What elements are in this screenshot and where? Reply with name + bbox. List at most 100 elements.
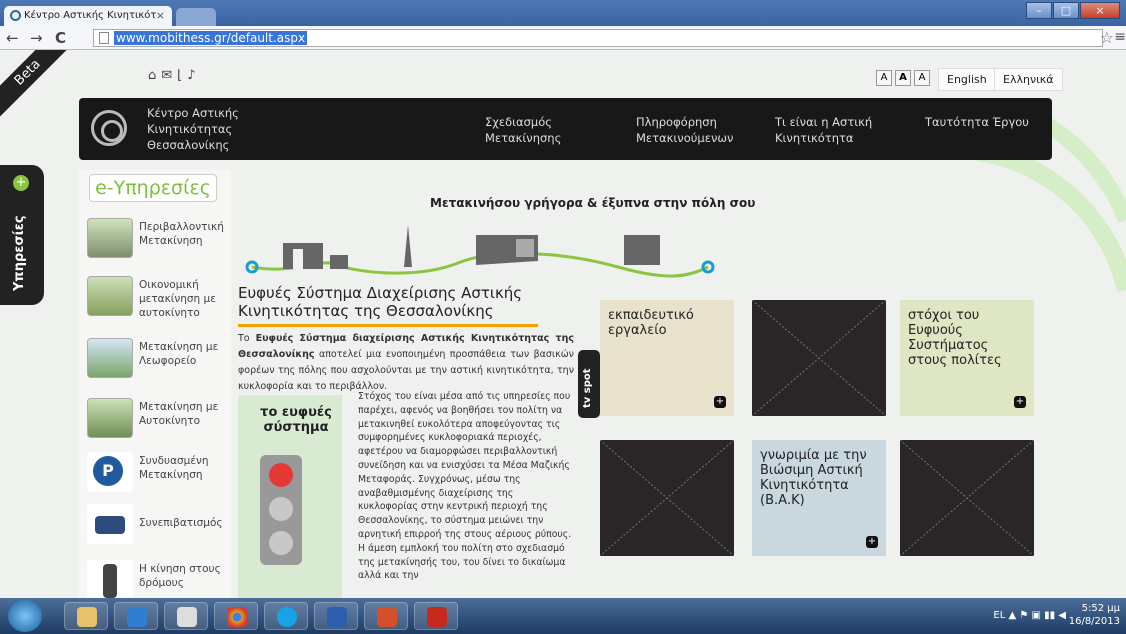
site-favicon-icon xyxy=(10,10,21,21)
tile-title: εκπαιδευτικό εργαλείο xyxy=(608,308,694,338)
smart-system-box[interactable]: το ευφυές σύστημα xyxy=(238,395,342,598)
brand-line: Κινητικότητας xyxy=(147,122,233,136)
service-bus[interactable]: Μετακίνηση με Λεωφορείο xyxy=(87,332,227,384)
media-taskbar-button[interactable] xyxy=(114,602,158,630)
traffic-light-icon xyxy=(87,560,133,598)
explorer-taskbar-button[interactable] xyxy=(64,602,108,630)
park-ride-icon xyxy=(87,452,133,492)
carpool-icon xyxy=(87,504,133,544)
hp-taskbar-button[interactable] xyxy=(164,602,208,630)
menu-planning[interactable]: Σχεδιασμός Μετακίνησης xyxy=(485,114,561,146)
menu-info[interactable]: Πληροφόρηση Μετακινούμενων xyxy=(636,114,733,146)
minimize-button[interactable]: – xyxy=(1026,2,1052,19)
tile-title: στόχοι του Ευφυούς Συστήματος στους πολί… xyxy=(908,308,1002,368)
body-paragraph: Στόχος του είναι μέσα από τις υπηρεσίες … xyxy=(358,391,572,582)
tv-spot-label: tv spot xyxy=(582,368,593,408)
menu-icon[interactable]: ≡ xyxy=(1114,29,1126,45)
new-tab-button[interactable] xyxy=(176,8,216,26)
service-label: Περιβαλλοντική Μετακίνηση xyxy=(139,221,224,247)
font-smaller-button[interactable]: A xyxy=(876,70,892,86)
service-combined[interactable]: Συνδυασμένη Μετακίνηση xyxy=(87,446,227,498)
tv-spot-tab[interactable]: tv spot xyxy=(578,350,600,418)
menu-line: Ταυτότητα Έργου xyxy=(925,115,1029,129)
clock-time: 5:52 μμ xyxy=(1081,603,1120,614)
maximize-button[interactable]: □ xyxy=(1053,2,1079,19)
tile-image-placeholder[interactable] xyxy=(600,440,734,556)
skype-icon xyxy=(277,607,297,627)
font-normal-button[interactable]: A xyxy=(895,70,911,86)
placeholder-cross-icon xyxy=(600,440,734,556)
forward-icon[interactable]: → xyxy=(30,29,43,47)
back-icon[interactable]: ← xyxy=(6,29,19,47)
reload-icon[interactable]: C xyxy=(55,29,66,47)
close-tab-icon[interactable]: × xyxy=(156,9,165,22)
skype-taskbar-button[interactable] xyxy=(264,602,308,630)
intro-paragraph: Το Ευφυές Σύστημα διαχείρισης Αστικής Κι… xyxy=(238,331,574,395)
smart-system-title: το ευφυές σύστημα xyxy=(260,405,332,435)
acrobat-icon xyxy=(427,607,447,627)
plus-icon[interactable]: + xyxy=(866,536,878,548)
traffic-light-icon xyxy=(260,455,302,565)
windows-taskbar: EL ▲ ⚑ ▣ ▮▮ ◀ 5:52 μμ 16/8/2013 xyxy=(0,598,1126,634)
menu-line: Τι είναι η Αστική xyxy=(775,115,873,129)
word-taskbar-button[interactable] xyxy=(314,602,358,630)
tile-image-placeholder[interactable] xyxy=(900,440,1034,556)
menu-project-identity[interactable]: Ταυτότητα Έργου xyxy=(925,114,1029,130)
lang-greek[interactable]: Ελληνικά xyxy=(994,68,1063,91)
word-icon xyxy=(327,607,347,627)
menu-line: Κινητικότητα xyxy=(775,131,854,145)
browser-tab[interactable]: Κέντρο Αστικής Κινητικότ × xyxy=(4,6,172,26)
top-utility-icons[interactable]: ⌂✉⌊♪ xyxy=(148,68,201,83)
powerpoint-taskbar-button[interactable] xyxy=(364,602,408,630)
brand-line: Κέντρο Αστικής xyxy=(147,106,239,120)
language-indicator: EL xyxy=(993,610,1006,621)
site-header: Κέντρο Αστικής Κινητικότητας Θεσσαλονίκη… xyxy=(79,98,1052,160)
menu-line: Σχεδιασμός xyxy=(485,115,553,129)
menu-about-mobility[interactable]: Τι είναι η Αστική Κινητικότητα xyxy=(775,114,872,146)
brand-name[interactable]: Κέντρο Αστικής Κινητικότητας Θεσσαλονίκη… xyxy=(147,105,277,153)
tray-icons[interactable]: EL ▲ ⚑ ▣ ▮▮ ◀ xyxy=(993,610,1066,621)
acrobat-taskbar-button[interactable] xyxy=(414,602,458,630)
plus-icon[interactable]: + xyxy=(714,396,726,408)
media-icon xyxy=(127,607,147,627)
service-carpool[interactable]: Συνεπιβατισμός xyxy=(87,498,227,550)
plus-icon[interactable]: + xyxy=(1014,396,1026,408)
clock-date: 16/8/2013 xyxy=(1068,616,1120,627)
services-side-tab[interactable]: + Υπηρεσίες xyxy=(0,165,44,305)
brand-line: Θεσσαλονίκης xyxy=(147,138,230,152)
start-button[interactable] xyxy=(8,600,42,632)
clock[interactable]: 5:52 μμ 16/8/2013 xyxy=(1069,602,1120,628)
service-car[interactable]: Μετακίνηση με Αυτοκίνητο xyxy=(87,392,227,444)
tile-educational-tool[interactable]: εκπαιδευτικό εργαλείο + xyxy=(600,300,734,416)
menu-line: Μετακίνησης xyxy=(485,131,562,145)
close-window-button[interactable]: × xyxy=(1080,2,1120,19)
service-economic-car[interactable]: Οικονομική μετακίνηση με αυτοκίνητο xyxy=(87,270,227,322)
font-larger-button[interactable]: A xyxy=(914,70,930,86)
tile-system-goals[interactable]: στόχοι του Ευφυούς Συστήματος στους πολί… xyxy=(900,300,1034,416)
service-traffic[interactable]: Η κίνηση στους δρόμους xyxy=(87,554,227,598)
logo-icon[interactable] xyxy=(91,110,127,146)
url-input[interactable]: www.mobithess.gr/default.aspx xyxy=(93,29,1103,47)
address-bar-row: ← → C www.mobithess.gr/default.aspx ☆ ≡ xyxy=(0,26,1126,50)
placeholder-cross-icon xyxy=(900,440,1034,556)
web-page: Beta ⌂✉⌊♪ A A A English Ελληνικά Κέντρο … xyxy=(0,50,1126,598)
tile-title: γνωριμία με την Βιώσιμη Αστική Κινητικότ… xyxy=(760,448,867,508)
chrome-taskbar-button[interactable] xyxy=(214,602,258,630)
service-label: Η κίνηση στους δρόμους xyxy=(139,563,221,589)
powerpoint-icon xyxy=(377,607,397,627)
intro-pre: Το xyxy=(238,333,256,344)
service-label: Μετακίνηση με Λεωφορείο xyxy=(139,341,219,367)
service-environmental[interactable]: Περιβαλλοντική Μετακίνηση xyxy=(87,212,227,264)
tile-sustainable-mobility[interactable]: γνωριμία με την Βιώσιμη Αστική Κινητικότ… xyxy=(752,440,886,556)
road-car-icon xyxy=(87,398,133,438)
plus-icon: + xyxy=(13,175,29,191)
menu-line: Πληροφόρηση xyxy=(636,115,717,129)
window-controls: – □ × xyxy=(1025,2,1120,19)
eservices-sidebar: e-Υπηρεσίες Περιβαλλοντική Μετακίνηση Οι… xyxy=(79,170,231,598)
bookmark-star-icon[interactable]: ☆ xyxy=(1100,28,1114,47)
tile-image-placeholder[interactable] xyxy=(752,300,886,416)
lang-english[interactable]: English xyxy=(938,68,996,91)
side-tab-label: Υπηρεσίες xyxy=(12,215,27,291)
page-title: Ευφυές Σύστημα Διαχείρισης Αστικής Κινητ… xyxy=(238,284,538,327)
bus-icon xyxy=(87,338,133,378)
